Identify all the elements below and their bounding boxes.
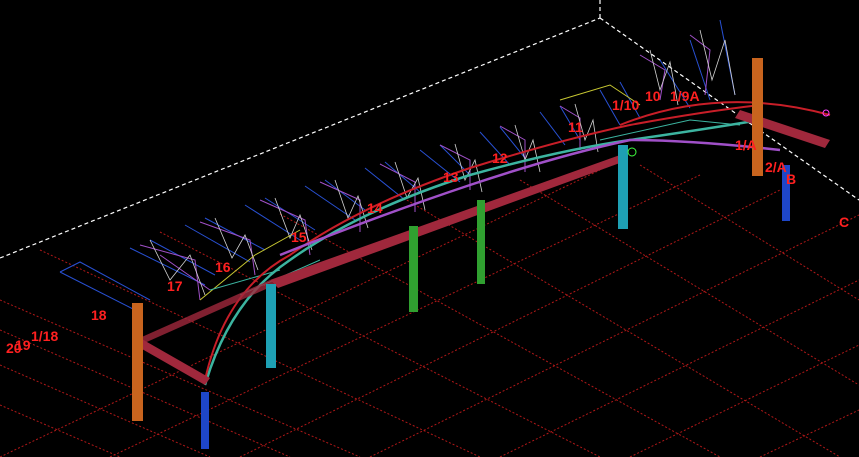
- column-orange-left: [132, 303, 143, 421]
- grid-label-2a: 2/A: [765, 159, 787, 175]
- grid-label-11: 11: [568, 119, 583, 135]
- column-green-1: [409, 226, 418, 312]
- column-orange-right: [752, 58, 763, 176]
- column-teal-right: [618, 145, 628, 229]
- grid-label-c: C: [839, 214, 849, 230]
- grid-label-1a: 1/A: [735, 137, 757, 153]
- grid-label-19: 19: [15, 337, 31, 353]
- column-green-2: [477, 200, 485, 284]
- grid-label-16: 16: [215, 259, 231, 275]
- grid-label-14: 14: [367, 200, 383, 216]
- grid-label-15: 15: [291, 229, 307, 245]
- grid-label-17: 17: [167, 278, 183, 294]
- column-teal-left: [266, 284, 276, 368]
- grid-label-13: 13: [443, 169, 459, 185]
- grid-label-10: 10: [645, 88, 661, 104]
- grid-label-1-18: 1/18: [31, 328, 58, 344]
- grid-label-1-10: 1/10: [612, 97, 639, 113]
- grid-label-b: B: [786, 171, 796, 187]
- column-blue-left: [201, 392, 209, 449]
- grid-label-12: 12: [492, 150, 508, 166]
- grid-label-1-9a: 1/9A: [670, 88, 700, 104]
- grid-label-18: 18: [91, 307, 107, 323]
- model-viewport[interactable]: 18 17 16 15 14 13 12 11 1/10 10 1/9A 1/A…: [0, 0, 859, 457]
